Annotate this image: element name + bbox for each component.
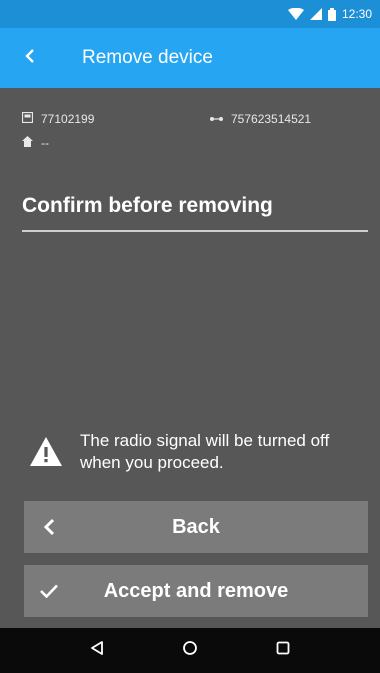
warning-message: The radio signal will be turned off when… bbox=[28, 430, 368, 474]
back-button[interactable]: Back bbox=[24, 501, 368, 553]
home-icon bbox=[22, 136, 33, 150]
warning-triangle-icon bbox=[28, 434, 64, 470]
navigation-bar bbox=[0, 628, 380, 673]
status-bar: 12:30 bbox=[0, 0, 380, 28]
accept-button-label: Accept and remove bbox=[103, 579, 289, 602]
serial-number: 77102199 bbox=[41, 112, 95, 126]
nav-home-icon bbox=[182, 640, 198, 661]
device-info: 77102199 757623514521 bbox=[21, 111, 362, 128]
device-icon bbox=[21, 111, 34, 126]
warning-text: The radio signal will be turned off when… bbox=[80, 431, 330, 472]
divider bbox=[22, 230, 368, 232]
back-button-label: Back bbox=[172, 515, 220, 538]
device-serial: 77102199 bbox=[21, 111, 95, 126]
nav-recents-button[interactable] bbox=[263, 631, 303, 671]
screen: 12:30 Remove device 77102199 75762351452… bbox=[0, 0, 380, 673]
page-title: Remove device bbox=[82, 47, 213, 68]
nav-recents-icon bbox=[275, 640, 291, 661]
status-time: 12:30 bbox=[341, 7, 372, 21]
device-sim: 757623514521 bbox=[210, 112, 311, 126]
home-value: -- bbox=[41, 136, 49, 150]
nav-home-button[interactable] bbox=[170, 631, 210, 671]
battery-icon bbox=[327, 7, 336, 21]
content-area: 77102199 757623514521 -- Confirm before … bbox=[0, 88, 380, 628]
signal-link-icon bbox=[210, 112, 223, 126]
sim-number: 757623514521 bbox=[231, 112, 312, 126]
nav-back-button[interactable] bbox=[77, 631, 117, 671]
cell-signal-icon bbox=[309, 8, 322, 20]
app-bar: Remove device bbox=[0, 28, 380, 88]
checkmark-icon bbox=[24, 584, 74, 598]
wifi-icon bbox=[287, 8, 304, 20]
nav-back-icon bbox=[89, 640, 105, 661]
home-info: -- bbox=[22, 136, 49, 150]
app-bar-back-button[interactable] bbox=[0, 28, 60, 88]
chevron-left-icon bbox=[24, 518, 74, 536]
confirm-title: Confirm before removing bbox=[22, 194, 273, 217]
accept-and-remove-button[interactable]: Accept and remove bbox=[24, 565, 368, 617]
chevron-left-icon bbox=[25, 48, 35, 68]
